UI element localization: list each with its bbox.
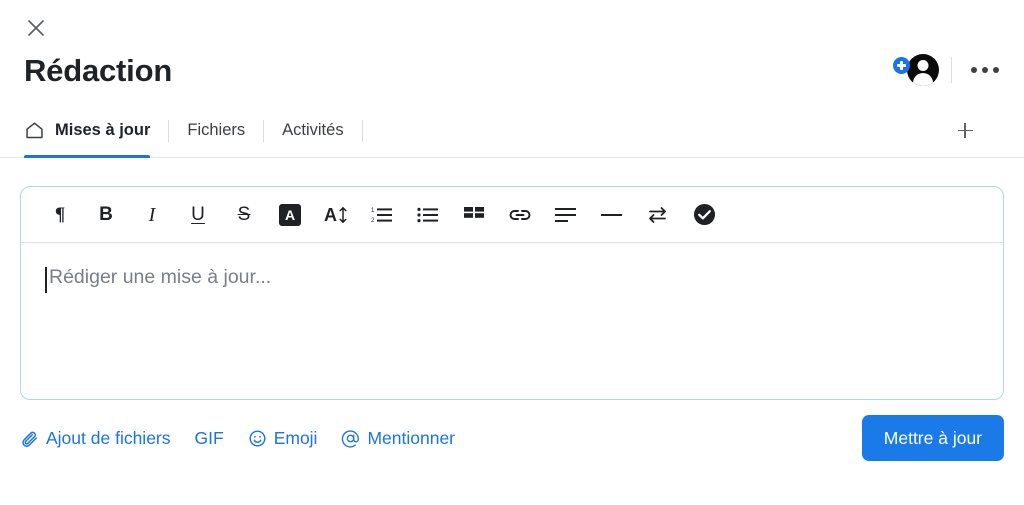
font-size-icon: A: [324, 206, 348, 224]
bulleted-list-button[interactable]: [405, 195, 451, 235]
add-files-label: Ajout de fichiers: [46, 427, 171, 448]
svg-text:1: 1: [371, 208, 375, 214]
tab-fichiers[interactable]: Fichiers: [187, 104, 263, 157]
align-text-button[interactable]: [543, 195, 589, 235]
font-size-button[interactable]: A: [313, 195, 359, 235]
bold-button[interactable]: B: [83, 195, 129, 235]
more-options-icon: [982, 67, 988, 73]
add-tab-button[interactable]: [948, 114, 982, 148]
ordered-list-button[interactable]: 1 2: [359, 195, 405, 235]
paragraph-format-button[interactable]: ¶: [37, 195, 83, 235]
update-composer: ¶ B I U S A A 1 2 Rédiger une mise à jou…: [20, 186, 1004, 400]
italic-icon: I: [148, 203, 156, 226]
add-person-plus-icon: [893, 57, 910, 74]
bulleted-list-icon: [417, 207, 438, 222]
close-icon: [28, 20, 44, 36]
update-textarea[interactable]: Rédiger une mise à jour...: [21, 243, 1003, 399]
link-button[interactable]: [497, 195, 543, 235]
close-button[interactable]: [20, 12, 52, 44]
mention-button[interactable]: Mentionner: [341, 428, 479, 449]
formatting-toolbar: ¶ B I U S A A 1 2: [21, 187, 1003, 243]
at-sign-icon: [341, 429, 360, 448]
ordered-list-icon: 1 2: [371, 208, 392, 224]
active-tab-underline: [24, 154, 151, 158]
paragraph-format-icon: ¶: [54, 204, 66, 225]
tab-separator: [168, 119, 170, 142]
tab-label: Mises à jour: [55, 121, 151, 139]
header-actions: [891, 50, 1004, 90]
table-icon: [463, 206, 484, 218]
composer-footer: Ajout de fichiers GIF Emoji Mentionner M…: [20, 412, 1004, 464]
link-icon: [509, 209, 531, 220]
tab-activites[interactable]: Activités: [282, 104, 361, 157]
more-options-icon: [993, 67, 999, 73]
horizontal-rule-button[interactable]: [589, 195, 635, 235]
more-options-button[interactable]: [966, 53, 1004, 87]
composer-panel: Rédaction Mises à jour Fichiers Activité…: [0, 0, 1024, 505]
text-caret: [45, 267, 47, 293]
check-circle-button[interactable]: [681, 195, 727, 235]
paperclip-icon: [20, 429, 39, 448]
text-highlight-icon: A: [279, 203, 301, 226]
strikethrough-icon: S: [237, 204, 251, 225]
mention-label: Mentionner: [367, 427, 456, 448]
home-icon: [24, 120, 45, 141]
svg-text:2: 2: [371, 218, 375, 224]
more-options-icon: [971, 67, 977, 73]
bold-icon: B: [99, 204, 113, 225]
tab-separator: [361, 119, 363, 142]
tab-separator: [263, 119, 265, 142]
avatar-person-icon: [907, 54, 939, 86]
emoji-button[interactable]: Emoji: [248, 428, 342, 449]
tab-label: Fichiers: [187, 121, 246, 139]
header-divider: [951, 57, 952, 83]
gif-label: GIF: [194, 427, 224, 448]
add-files-button[interactable]: Ajout de fichiers: [20, 428, 195, 449]
tab-label: Activités: [282, 121, 344, 139]
editor-placeholder: Rédiger une mise à jour...: [49, 266, 272, 288]
strikethrough-button[interactable]: S: [221, 195, 267, 235]
align-text-icon: [555, 207, 576, 222]
italic-button[interactable]: I: [129, 195, 175, 235]
tab-bar: Mises à jour Fichiers Activités: [0, 104, 1024, 158]
tab-list: Mises à jour Fichiers Activités: [0, 104, 381, 158]
header-bar: Rédaction: [24, 46, 1004, 94]
submit-update-button[interactable]: Mettre à jour: [861, 415, 1004, 461]
check-circle-icon: [693, 203, 715, 226]
composer-action-list: Ajout de fichiers GIF Emoji Mentionner: [20, 428, 479, 449]
underline-button[interactable]: U: [175, 195, 221, 235]
add-member-avatar-button[interactable]: [891, 53, 939, 87]
swap-arrows-button[interactable]: [635, 195, 681, 235]
table-button[interactable]: [451, 195, 497, 235]
page-title: Rédaction: [24, 52, 173, 88]
underline-icon: U: [191, 204, 205, 225]
horizontal-rule-icon: [601, 213, 622, 216]
text-highlight-button[interactable]: A: [267, 195, 313, 235]
gif-button[interactable]: GIF: [195, 428, 248, 449]
swap-arrows-icon: [649, 206, 666, 223]
smiley-icon: [248, 429, 267, 448]
emoji-label: Emoji: [273, 427, 318, 448]
tab-mises-a-jour[interactable]: Mises à jour: [24, 104, 168, 158]
